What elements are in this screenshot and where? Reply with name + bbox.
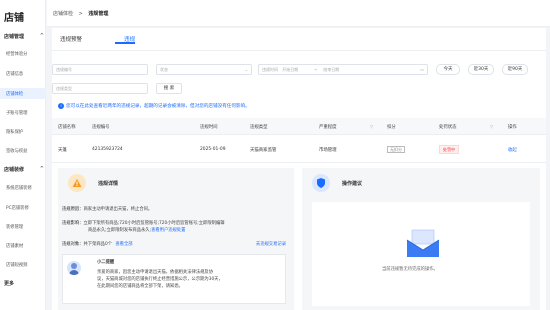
points-badge: 无扣分 — [387, 146, 405, 153]
status-badge: 处罚中 — [439, 145, 459, 154]
quick-30-days-button[interactable]: 近30天 — [468, 64, 494, 75]
violation-detail-card: 违规详情 违规原因：商家主动申请退出天猫，终止合同。 违规影响：立即下架所有商品… — [58, 168, 294, 310]
violation-records-link[interactable]: 去违规交易记录 — [256, 241, 286, 248]
impact-label: 违规影响： — [62, 221, 84, 226]
impact-link[interactable]: 查看用户违规处置 — [151, 228, 185, 233]
reason-line: 违规原因：商家主动申请退出天猫，终止合同。 — [62, 206, 152, 213]
sidebar-section-more[interactable]: 更多 — [4, 280, 44, 287]
end-date: 结束日期 — [323, 67, 340, 72]
suggestion-title: 操作建议 — [342, 181, 363, 187]
view-all-link[interactable]: 查看全部 — [115, 242, 132, 247]
violation-time-range[interactable]: 违规时间 开始日期 → 结束日期 ▭ — [258, 64, 428, 75]
impact-text-2: 商品永久;立即限制发布商品永久; — [88, 228, 152, 233]
cell-time: 2025-01-09 — [200, 147, 226, 152]
col-points: 扣分 — [387, 125, 396, 130]
status-select[interactable]: 状态 ⌄ — [156, 64, 252, 75]
main-panel: 违规预警 违规 违规编号 状态 ⌄ 违规时间 开始日期 → 结束日期 ▭ 今天 … — [52, 28, 546, 310]
operation-suggestion-card: 操作建议 当前违规暂无待完成的操作。 — [302, 168, 540, 310]
breadcrumb: 店铺体检 > 违规管理 — [53, 10, 108, 17]
filter-icon[interactable]: ▽ — [490, 124, 493, 129]
sidebar-item[interactable]: 装修管理 — [6, 224, 23, 230]
breadcrumb-current: 违规管理 — [88, 11, 109, 17]
empty-text: 当前违规暂无待完成的操作。 — [382, 267, 438, 272]
table-header: 店铺名称 违规编号 违规时间 违规类型 严重程度 ▽ 扣分 处罚状态 ▽ 操作 — [52, 118, 546, 135]
detail-title: 违规详情 — [98, 181, 119, 187]
tab-divider — [52, 50, 546, 51]
impact-line-2: 商品永久;立即限制发布商品永久;查看用户违规处置 — [88, 227, 185, 234]
active-tab-indicator — [115, 42, 135, 44]
object-line: 违规对象：共下架商品0个 查看全部 去违规交易记录 — [62, 241, 290, 248]
reminder-line: 议，天猫商城对您的店铺执行终止经营措施公示，公示期为30天， — [97, 277, 223, 282]
reminder-line: 在此期间您的店铺商品将全部下架，请知悉。 — [97, 284, 183, 289]
object-label: 违规对象： — [62, 242, 84, 247]
reason-label: 违规原因： — [62, 207, 84, 212]
range-arrow-icon: → — [313, 67, 317, 72]
sidebar-item[interactable]: 系统店铺装修 — [6, 185, 32, 191]
info-icon: i — [58, 103, 64, 109]
avatar — [67, 261, 81, 275]
cell-type: 天猫商家监管 — [250, 148, 277, 153]
chevron-down-icon: ⌄ — [244, 67, 248, 72]
reminder-title: 小二提醒 — [97, 260, 115, 265]
sidebar-section-shop-manage[interactable]: 店铺管理 ^ — [4, 33, 44, 40]
impact-line: 违规影响：立即下架所有商品;720小时后监管账号;720小时后监管账号;立即限制… — [62, 220, 225, 227]
sidebar-item[interactable]: 子账号管理 — [6, 110, 27, 116]
sidebar-item[interactable]: 经营体验分 — [6, 51, 27, 57]
chevron-up-icon: ^ — [39, 33, 44, 39]
notice-text: 您可以在此处查看近两年的违规记录，超期的记录会被清除，但对您的店铺没有任何影响。 — [66, 104, 250, 109]
shield-icon — [312, 174, 330, 192]
sidebar-item[interactable]: PC店铺装修 — [6, 205, 29, 211]
sidebar-item-active[interactable]: 店铺体检 — [6, 91, 23, 97]
quick-90-days-button[interactable]: 近90天 — [502, 64, 528, 75]
sidebar-item[interactable]: 店铺短视频 — [6, 262, 27, 268]
empty-state: 当前违规暂无待完成的操作。 — [312, 202, 530, 306]
impact-text: 立即下架所有商品;720小时后监管账号;720小时后监管账号;立即限制编辑 — [83, 221, 225, 226]
filter-icon[interactable]: ▽ — [370, 124, 373, 129]
sidebar-item[interactable]: 店铺信息 — [6, 71, 23, 77]
chevron-up-icon: ^ — [39, 166, 44, 172]
breadcrumb-separator: > — [78, 11, 83, 17]
reminder-line: 亲爱的商家，因您主动申请退出天猫，依据相关法律法规及协 — [97, 270, 214, 275]
col-action: 操作 — [508, 125, 517, 130]
warning-icon — [68, 174, 86, 192]
collapse-link[interactable]: 收起 — [508, 147, 517, 153]
sidebar-item[interactable]: 店铺素材 — [6, 243, 23, 249]
status-select-placeholder: 状态 — [160, 67, 168, 72]
breadcrumb-parent[interactable]: 店铺体检 — [53, 11, 73, 17]
col-penalty-status: 处罚状态 — [439, 125, 457, 130]
sidebar-section-label: 店铺管理 — [4, 34, 25, 40]
reminder-box: 小二提醒 亲爱的商家，因您主动申请退出天猫，依据相关法律法规及协 议，天猫商城对… — [62, 254, 286, 304]
col-violation-no: 违规编号 — [92, 125, 110, 130]
violation-type-input[interactable]: 违规类型 — [52, 83, 148, 94]
sidebar-item[interactable]: 隐私保护 — [6, 129, 23, 135]
sidebar-section-label: 店铺装修 — [4, 167, 25, 173]
table-row: 天蓬 42135923724 2025-01-09 天猫商家监管 市场管理 无扣… — [52, 135, 546, 163]
empty-envelope-icon — [406, 229, 440, 257]
search-button[interactable]: 搜 索 — [156, 83, 182, 94]
top-bar: 店铺体检 > 违规管理 — [47, 0, 550, 27]
reason-text: 商家主动申请退出天猫，终止合同。 — [83, 207, 153, 212]
sidebar-item[interactable]: 签收与权益 — [6, 148, 27, 154]
cell-shop: 天蓬 — [58, 148, 67, 153]
col-violation-time: 违规时间 — [200, 125, 218, 130]
object-text: 共下架商品0个 — [83, 242, 112, 247]
quick-today-button[interactable]: 今天 — [436, 64, 460, 75]
sidebar-section-decoration[interactable]: 店铺装修 ^ — [4, 166, 44, 173]
calendar-icon: ▭ — [420, 67, 424, 72]
tab-violation-warning[interactable]: 违规预警 — [60, 35, 82, 43]
violation-no-input[interactable]: 违规编号 — [52, 64, 148, 75]
col-severity: 严重程度 — [319, 125, 337, 130]
start-date: 开始日期 — [282, 67, 299, 72]
cell-severity: 市场管理 — [319, 148, 337, 153]
time-range-label: 违规时间 — [262, 67, 278, 72]
col-violation-type: 违规类型 — [250, 125, 268, 130]
sidebar-section-label: 更多 — [4, 281, 15, 287]
col-shop-name: 店铺名称 — [58, 125, 76, 130]
info-notice: i 您可以在此处查看近两年的违规记录，超期的记录会被清除，但对您的店铺没有任何影响… — [58, 103, 250, 109]
sidebar-title: 店铺 — [4, 13, 24, 24]
cell-violation-no: 42135923724 — [92, 147, 123, 152]
sidebar: 店铺 店铺管理 ^ 经营体验分 店铺信息 店铺体检 子账号管理 隐私保护 签收与… — [0, 0, 46, 310]
